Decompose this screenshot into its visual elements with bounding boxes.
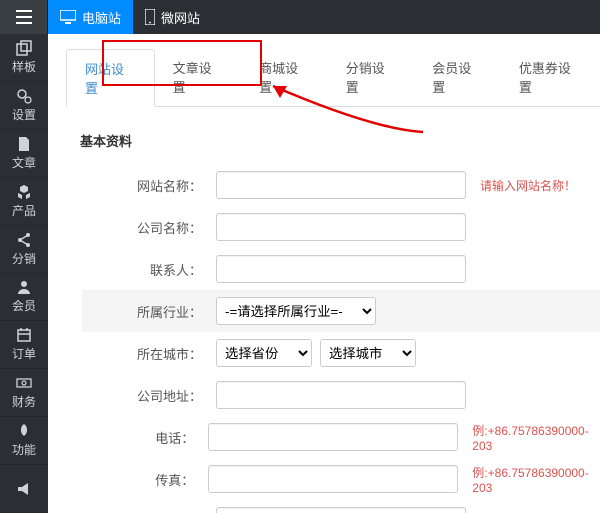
tab-label: 商城设置 <box>259 61 298 95</box>
label-phone: 电话： <box>82 428 202 447</box>
tab-label: 优惠券设置 <box>519 61 571 95</box>
bullhorn-icon <box>16 481 32 497</box>
menu-toggle[interactable] <box>0 0 48 34</box>
tab-label: 网站设置 <box>85 62 124 96</box>
sidebar-item-label: 文章 <box>12 154 36 171</box>
cubes-icon <box>16 184 32 200</box>
label-fax: 传真： <box>82 470 202 489</box>
sidebar-item-settings[interactable]: 设置 <box>0 82 48 130</box>
sidebar: 样板 设置 文章 产品 分销 会员 订单 财务 功能 <box>0 34 48 513</box>
sidebar-item-product[interactable]: 产品 <box>0 178 48 226</box>
calendar-icon <box>16 327 32 343</box>
sidebar-item-finance[interactable]: 财务 <box>0 369 48 417</box>
bars-icon <box>16 10 32 24</box>
sidebar-item-label: 分销 <box>12 250 36 267</box>
label-contact: 联系人： <box>82 260 210 279</box>
tabs: 网站设置 文章设置 商城设置 分销设置 会员设置 优惠券设置 <box>66 48 600 107</box>
main-content: 网站设置 文章设置 商城设置 分销设置 会员设置 优惠券设置 基本资料 网站名称… <box>48 34 600 513</box>
label-site-name: 网站名称： <box>82 176 210 195</box>
site-tab-mobile[interactable]: 微网站 <box>133 0 212 34</box>
label-industry: 所属行业： <box>82 302 210 321</box>
site-tab-pc[interactable]: 电脑站 <box>48 0 133 34</box>
sidebar-item-member[interactable]: 会员 <box>0 274 48 322</box>
sidebar-item-label: 设置 <box>12 106 36 123</box>
industry-select[interactable]: -=请选择所属行业=- <box>216 297 376 325</box>
sidebar-item-label: 会员 <box>12 297 36 314</box>
sidebar-item-label: 订单 <box>12 345 36 362</box>
clone-icon <box>16 40 32 56</box>
company-input[interactable] <box>216 213 466 241</box>
tab-distribution-settings[interactable]: 分销设置 <box>328 49 415 107</box>
contact-input[interactable] <box>216 255 466 283</box>
sidebar-item-label: 样板 <box>12 58 36 75</box>
label-company: 公司名称： <box>82 218 210 237</box>
hint-fax: 例:+86.75786390000-203 <box>472 464 600 495</box>
banknote-icon <box>16 375 32 391</box>
tab-member-settings[interactable]: 会员设置 <box>414 49 501 107</box>
sidebar-item-distribution[interactable]: 分销 <box>0 226 48 274</box>
label-address: 公司地址： <box>82 386 210 405</box>
hint-site-name: 请输入网站名称！ <box>480 177 576 194</box>
city-select[interactable]: 选择城市 <box>320 339 416 367</box>
basic-info-form: 网站名称： 请输入网站名称！ 公司名称： 联系人： 所属行业： -=请选择所属行业=… <box>48 164 600 513</box>
file-icon <box>16 136 32 152</box>
mobile-icon <box>145 9 155 25</box>
sidebar-item-template[interactable]: 样板 <box>0 34 48 82</box>
section-title: 基本资料 <box>80 131 600 150</box>
tab-mall-settings[interactable]: 商城设置 <box>241 49 328 107</box>
tab-label: 分销设置 <box>346 61 385 95</box>
address-input[interactable] <box>216 381 466 409</box>
site-name-input[interactable] <box>216 171 466 199</box>
cogs-icon <box>16 88 32 104</box>
header-bar: 电脑站 微网站 <box>0 0 600 34</box>
hint-phone: 例:+86.75786390000-203 <box>472 422 600 453</box>
sidebar-item-article[interactable]: 文章 <box>0 130 48 178</box>
province-select[interactable]: 选择省份 <box>216 339 312 367</box>
tab-site-settings[interactable]: 网站设置 <box>66 49 155 107</box>
sidebar-item-label: 财务 <box>12 393 36 410</box>
tab-label: 文章设置 <box>173 61 212 95</box>
label-city: 所在城市： <box>82 344 210 363</box>
site-tab-pc-label: 电脑站 <box>82 8 121 27</box>
fax-input[interactable] <box>208 465 458 493</box>
sidebar-item-function[interactable]: 功能 <box>0 417 48 465</box>
sidebar-item-order[interactable]: 订单 <box>0 321 48 369</box>
site-tab-mobile-label: 微网站 <box>161 8 200 27</box>
zip-input[interactable] <box>216 507 466 513</box>
sidebar-item-label: 功能 <box>12 441 36 458</box>
rocket-icon <box>16 423 32 439</box>
tab-article-settings[interactable]: 文章设置 <box>155 49 242 107</box>
phone-input[interactable] <box>208 423 458 451</box>
sidebar-item-label: 产品 <box>12 202 36 219</box>
monitor-icon <box>60 10 76 24</box>
user-icon <box>16 279 32 295</box>
tab-label: 会员设置 <box>432 61 471 95</box>
share-icon <box>16 232 32 248</box>
tab-coupon-settings[interactable]: 优惠券设置 <box>501 49 600 107</box>
sidebar-item-more[interactable] <box>0 465 48 513</box>
